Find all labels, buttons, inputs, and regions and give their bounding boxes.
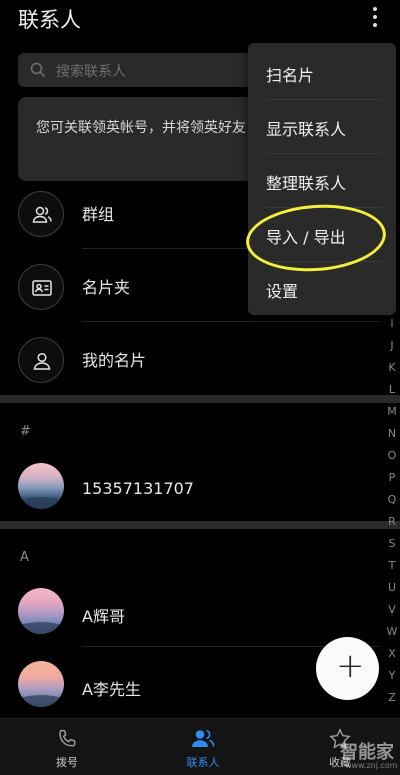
row-label: 名片夹 (82, 278, 131, 297)
business-card-icon (18, 264, 64, 310)
alpha-letter[interactable]: Q (385, 493, 399, 506)
contacts-icon (192, 729, 215, 747)
person-icon (18, 337, 64, 383)
menu-item-label: 显示联系人 (266, 120, 347, 139)
avatar (18, 463, 64, 509)
alpha-letter[interactable]: M (385, 405, 399, 418)
alpha-letter[interactable]: S (385, 537, 399, 550)
row-my-card[interactable]: 我的名片 (0, 323, 400, 395)
tab-label: 联系人 (186, 756, 220, 769)
tab-contacts[interactable]: 联系人 (163, 727, 243, 770)
section-divider (0, 521, 400, 529)
section-header: # (20, 424, 31, 439)
divider (82, 321, 380, 322)
plus-icon: + (336, 646, 365, 686)
contact-row[interactable]: A辉哥 (0, 575, 400, 647)
section-divider (0, 395, 400, 403)
avatar (18, 588, 64, 634)
menu-item-label: 扫名片 (266, 66, 315, 85)
top-bar: 联系人 (0, 0, 400, 40)
more-vertical-icon[interactable] (366, 4, 384, 30)
alpha-letter[interactable]: I (385, 317, 399, 330)
search-icon (30, 62, 46, 78)
menu-item-display-contacts[interactable]: 显示联系人 (248, 100, 396, 154)
contact-row[interactable]: 15357131707 (0, 450, 400, 522)
menu-item-label: 设置 (266, 282, 299, 301)
alpha-letter[interactable]: P (385, 471, 399, 484)
tab-label: 拨号 (56, 756, 78, 769)
notice-text: 您可关联领英帐号，并将领英好友 (36, 120, 246, 136)
alpha-letter[interactable]: K (385, 361, 399, 374)
menu-item-label: 整理联系人 (266, 174, 347, 193)
avatar (18, 661, 64, 707)
phone-icon (59, 729, 76, 747)
alpha-letter[interactable]: O (385, 449, 399, 462)
menu-item-scan-card[interactable]: 扫名片 (248, 46, 396, 100)
alpha-letter[interactable]: J (385, 339, 399, 352)
alpha-letter[interactable]: R (385, 515, 399, 528)
alpha-letter[interactable]: Y (385, 669, 399, 682)
alpha-letter[interactable]: T (385, 559, 399, 572)
alpha-letter[interactable]: L (385, 383, 399, 396)
contact-name: A辉哥 (82, 607, 125, 626)
page-title: 联系人 (18, 8, 81, 32)
contact-name: 15357131707 (82, 479, 194, 498)
search-placeholder: 搜索联系人 (56, 64, 126, 80)
add-contact-button[interactable]: + (316, 637, 379, 700)
watermark-url: www.znj.com (345, 761, 398, 770)
row-label: 我的名片 (82, 351, 147, 370)
menu-item-organize-contacts[interactable]: 整理联系人 (248, 154, 396, 208)
overflow-menu: 扫名片 显示联系人 整理联系人 导入 / 导出 设置 (248, 43, 396, 315)
group-icon (18, 191, 64, 237)
contact-name: A李先生 (82, 680, 141, 699)
alpha-letter[interactable]: W (385, 625, 399, 638)
alpha-letter[interactable]: U (385, 581, 399, 594)
alpha-letter[interactable]: N (385, 427, 399, 440)
alpha-letter[interactable]: Z (385, 691, 399, 704)
tab-dialer[interactable]: 拨号 (27, 727, 107, 770)
alpha-letter[interactable]: V (385, 603, 399, 616)
section-header: A (20, 550, 29, 565)
alpha-letter[interactable]: X (385, 647, 399, 660)
row-label: 群组 (82, 205, 115, 224)
